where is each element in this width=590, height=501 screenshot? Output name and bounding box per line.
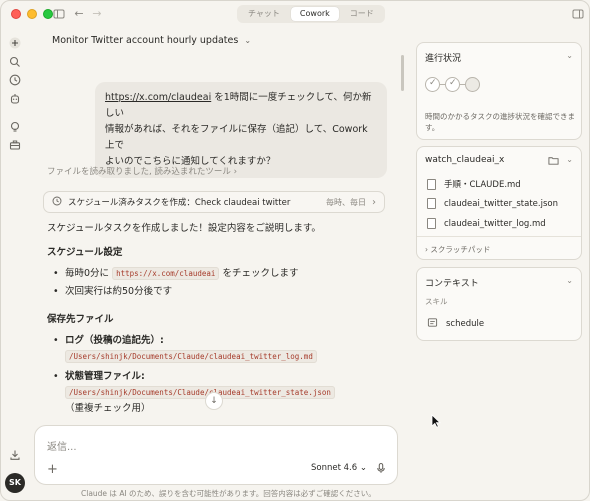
user-message-text-2: 情報があれば、それをファイルに保存（追記）して、Cowork上で: [105, 124, 368, 151]
lightbulb-icon[interactable]: [9, 121, 21, 133]
minimize-window-button[interactable]: [27, 9, 37, 19]
conversation-title[interactable]: Monitor Twitter account hourly updates ⌄: [52, 35, 251, 46]
divider: [417, 236, 581, 237]
files-heading: 保存先ファイル: [47, 314, 114, 325]
file-icon: [427, 218, 436, 229]
inline-code: /Users/shinjk/Documents/Claude/claudeai_…: [65, 386, 335, 399]
user-avatar[interactable]: SK: [5, 473, 25, 493]
chevron-down-icon[interactable]: ⌄: [566, 51, 573, 60]
composer: 返信... + Sonnet 4.6 ⌄: [34, 425, 398, 485]
new-task-plus-icon[interactable]: [9, 37, 21, 49]
scroll-down-button[interactable]: ↓: [205, 392, 223, 410]
model-name: Sonnet 4.6: [311, 463, 358, 473]
tools-read-summary[interactable]: ファイルを読み取りました, 読み込まれたツール ›: [47, 165, 237, 177]
progress-steps: [425, 77, 480, 92]
microphone-icon[interactable]: [375, 462, 387, 474]
tab-code[interactable]: コード: [341, 7, 383, 21]
reply-input[interactable]: 返信...: [47, 438, 77, 453]
file-item[interactable]: claudeai_twitter_log.md: [427, 218, 546, 229]
disclaimer-text: Claude は AI のため、誤りを含む可能性があります。回答内容は必ずご確認…: [81, 489, 376, 498]
scheduled-task-frequency: 毎時、毎日: [326, 197, 366, 207]
sidebar-toggle-icon[interactable]: [53, 8, 65, 20]
folder-icon[interactable]: [548, 155, 559, 169]
search-icon[interactable]: [9, 56, 21, 68]
traffic-lights: [11, 9, 53, 19]
context-title: コンテキスト: [425, 279, 479, 289]
chevron-down-icon[interactable]: ⌄: [566, 155, 573, 164]
user-message-link[interactable]: https://x.com/claudeai: [105, 92, 211, 103]
progress-panel: 進行状況 ⌄ 時間のかかるタスクの進捗状況を確認できます。: [416, 42, 582, 140]
app-window: ← → チャット Cowork コード SK Monitor Twitter a…: [0, 0, 590, 501]
file-icon: [427, 178, 436, 190]
conversation-title-text: Monitor Twitter account hourly updates: [52, 35, 239, 46]
chevron-right-icon: ›: [233, 167, 238, 177]
file-item[interactable]: claudeai_twitter_state.json: [427, 198, 558, 209]
list-item: 次回実行は約50分後です: [53, 284, 387, 300]
clock-icon: [52, 196, 62, 209]
mouse-cursor-icon: [431, 414, 441, 428]
scheduled-task-label: スケジュール済みタスクを作成：Check claudeai twitter: [68, 198, 291, 208]
attach-plus-icon[interactable]: +: [47, 462, 58, 477]
list-item: 毎時0分に https://x.com/claudeai をチェックします: [53, 266, 387, 282]
step-pending-icon: [465, 77, 480, 92]
scheduled-task-card[interactable]: スケジュール済みタスクを作成：Check claudeai twitter 毎時…: [43, 191, 385, 213]
forward-arrow-icon[interactable]: →: [91, 8, 103, 20]
tools-read-text: ファイルを読み取りました, 読み込まれたツール: [47, 167, 231, 177]
file2-note: （重複チェック用）: [65, 403, 151, 414]
progress-title: 進行状況: [425, 54, 462, 64]
schedule-list: 毎時0分に https://x.com/claudeai をチェックします 次回…: [47, 266, 387, 300]
skills-label: スキル: [425, 297, 448, 306]
model-selector[interactable]: Sonnet 4.6 ⌄: [311, 463, 367, 473]
skill-icon: [427, 317, 438, 331]
list-item: ログ（投稿の追記先）: /Users/shinjk/Documents/Clau…: [53, 333, 387, 365]
folder-panel: watch_claudeai_x ⌄ 手順・CLAUDE.md claudeai…: [416, 146, 582, 260]
conversation-area: Monitor Twitter account hourly updates ⌄…: [29, 27, 409, 500]
assistant-response: スケジュールタスクを作成しました！設定内容をご説明します。 スケジュール設定 毎…: [47, 221, 387, 419]
file-icon: [427, 198, 436, 209]
file2-label: 状態管理ファイル:: [65, 371, 145, 382]
arrow-down-icon: ↓: [210, 396, 218, 406]
scrollbar-thumb[interactable]: [401, 55, 404, 91]
download-icon[interactable]: [9, 449, 21, 461]
skill-name: schedule: [446, 319, 485, 329]
chevron-down-icon[interactable]: ⌄: [566, 276, 573, 285]
step-done-icon: [425, 77, 440, 92]
right-panel-toggle-icon[interactable]: [572, 8, 584, 20]
file-item[interactable]: 手順・CLAUDE.md: [427, 178, 521, 190]
close-window-button[interactable]: [11, 9, 21, 19]
file-name: 手順・CLAUDE.md: [444, 180, 521, 190]
zoom-window-button[interactable]: [43, 9, 53, 19]
response-intro: スケジュールタスクを作成しました！設定内容をご説明します。: [47, 223, 321, 234]
file-name: claudeai_twitter_log.md: [444, 218, 546, 229]
inline-code: https://x.com/claudeai: [112, 267, 220, 280]
briefcase-icon[interactable]: [9, 139, 21, 151]
title-bar: ← → チャット Cowork コード: [1, 1, 589, 27]
mode-tabs: チャット Cowork コード: [237, 5, 385, 23]
left-rail: SK: [1, 27, 29, 500]
tab-chat[interactable]: チャット: [239, 7, 289, 21]
file1-label: ログ（投稿の追記先）:: [65, 335, 164, 346]
list-item-text: をチェックします: [219, 268, 299, 279]
tab-cowork[interactable]: Cowork: [290, 7, 339, 21]
scratchpad-toggle[interactable]: › スクラッチパッド: [425, 244, 490, 255]
step-done-icon: [445, 77, 460, 92]
chevron-down-icon: ⌄: [244, 36, 252, 45]
dispatch-icon[interactable]: [9, 93, 21, 105]
clock-icon[interactable]: [9, 74, 21, 86]
user-message: https://x.com/claudeai を1時間に一度チェックして、何か新…: [95, 82, 387, 178]
back-arrow-icon[interactable]: ←: [73, 8, 85, 20]
schedule-heading: スケジュール設定: [47, 247, 123, 258]
chevron-right-icon: ›: [372, 196, 376, 208]
inline-code: /Users/shinjk/Documents/Claude/claudeai_…: [65, 350, 317, 363]
scratchpad-label: スクラッチパッド: [430, 245, 491, 254]
list-item-text: 毎時0分に: [65, 268, 113, 279]
folder-title: watch_claudeai_x: [425, 155, 505, 165]
file-name: claudeai_twitter_state.json: [444, 198, 558, 209]
list-item: 状態管理ファイル: /Users/shinjk/Documents/Claude…: [53, 369, 387, 417]
context-panel: コンテキスト ⌄ スキル schedule: [416, 267, 582, 341]
progress-description: 時間のかかるタスクの進捗状況を確認できます。: [425, 112, 575, 132]
skill-item[interactable]: schedule: [427, 317, 484, 331]
